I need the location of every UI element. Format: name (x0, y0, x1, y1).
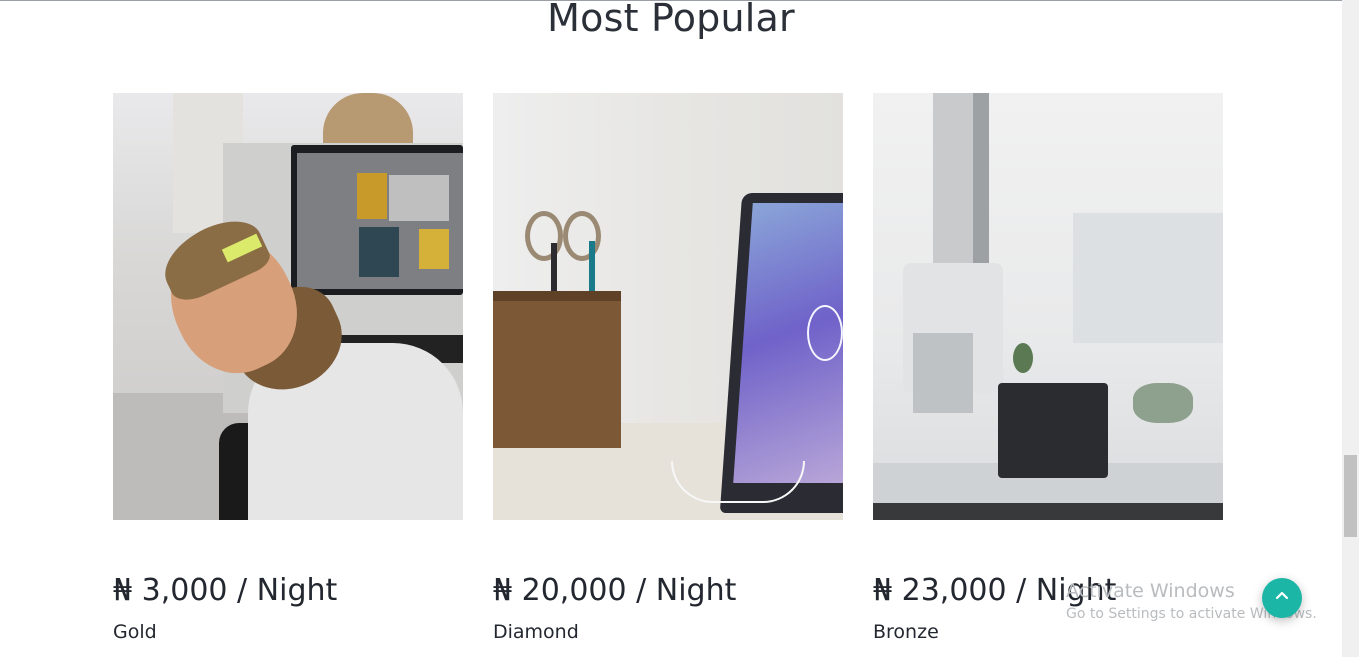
scrollbar-thumb[interactable] (1344, 455, 1357, 537)
back-to-top-button[interactable] (1262, 578, 1302, 618)
card-tier-name[interactable]: Gold (113, 621, 157, 643)
card-price: ₦ 3,000 / Night (113, 573, 338, 608)
pricing-card-bronze[interactable]: ₦ 23,000 / Night Bronze (873, 93, 1223, 643)
section-title: Most Popular (547, 0, 795, 40)
windows-activation-watermark-title: Activate Windows (1066, 580, 1235, 602)
card-tier-name[interactable]: Diamond (493, 621, 579, 643)
blurred-office-photo[interactable] (873, 93, 1223, 520)
card-tier-name[interactable]: Bronze (873, 621, 939, 643)
desk-laptop-photo[interactable] (493, 93, 843, 520)
vertical-scrollbar[interactable] (1342, 0, 1359, 657)
pricing-card-diamond[interactable]: ₦ 20,000 / Night Diamond (493, 93, 843, 643)
pricing-card-gold[interactable]: ₦ 3,000 / Night Gold (113, 93, 463, 643)
office-worker-photo[interactable] (113, 93, 463, 520)
chevron-up-icon (1275, 589, 1289, 608)
card-price: ₦ 20,000 / Night (493, 573, 737, 608)
